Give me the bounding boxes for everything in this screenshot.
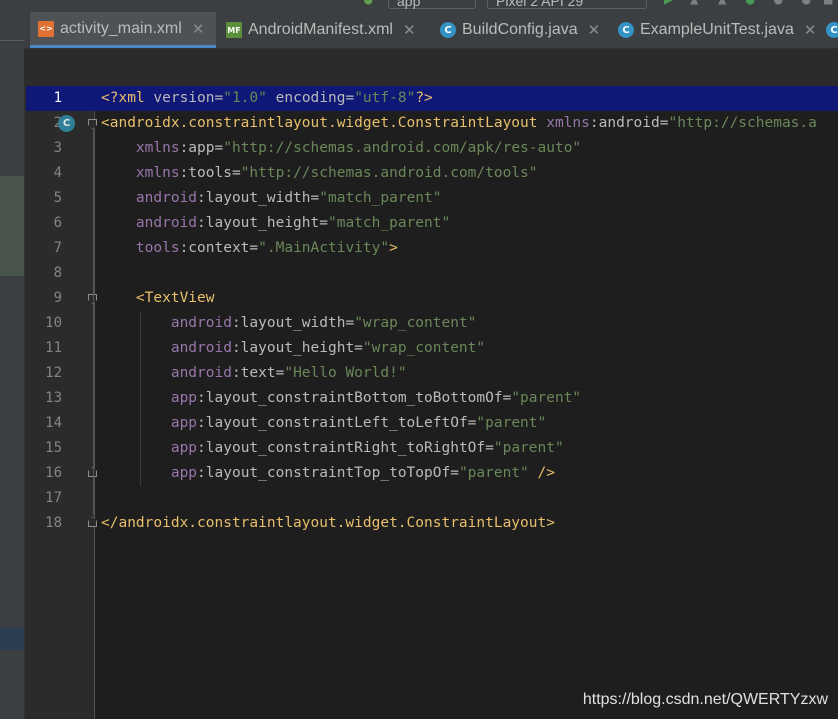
code-line[interactable]: 12 android:text="Hello World!": [26, 361, 838, 386]
line-number[interactable]: 2: [26, 111, 62, 136]
editor-tab-bar: <> activity_main.xml ✕ MF AndroidManifes…: [24, 12, 838, 49]
code-text[interactable]: android:layout_width="match_parent": [101, 186, 442, 211]
code-line[interactable]: 15 app:layout_constraintRight_toRightOf=…: [26, 436, 838, 461]
close-icon[interactable]: ✕: [804, 21, 817, 39]
manifest-file-icon: MF: [226, 22, 242, 38]
code-line[interactable]: 13 app:layout_constraintBottom_toBottomO…: [26, 386, 838, 411]
xml-file-icon: <>: [38, 20, 54, 37]
fold-end-icon[interactable]: [88, 517, 97, 527]
line-number[interactable]: 10: [26, 311, 62, 336]
code-line[interactable]: 1 <?xml version="1.0" encoding="utf-8"?>: [26, 86, 838, 111]
code-line[interactable]: 6 android:layout_height="match_parent": [26, 211, 838, 236]
code-text[interactable]: xmlns:tools="http://schemas.android.com/…: [101, 161, 538, 186]
code-text[interactable]: <TextView: [101, 286, 215, 311]
line-number[interactable]: 9: [26, 286, 62, 311]
indent-guide: [140, 311, 141, 486]
code-line[interactable]: 3 xmlns:app="http://schemas.android.com/…: [26, 136, 838, 161]
code-line[interactable]: 7 tools:context=".MainActivity">: [26, 236, 838, 261]
run-icon[interactable]: ▶: [664, 0, 672, 8]
code-text[interactable]: tools:context=".MainActivity">: [101, 236, 398, 261]
code-line[interactable]: 14 app:layout_constraintLeft_toLeftOf="p…: [26, 411, 838, 436]
apply-code-changes-icon[interactable]: ▲: [718, 0, 726, 8]
code-line[interactable]: 10 android:layout_width="wrap_content": [26, 311, 838, 336]
line-number[interactable]: 16: [26, 461, 62, 486]
tab-label: activity_main.xml: [60, 19, 182, 37]
watermark: https://blog.csdn.net/QWERTYzxw: [582, 691, 828, 708]
tab-label: AndroidManifest.xml: [248, 21, 393, 38]
fold-toggle-icon[interactable]: [88, 119, 97, 129]
apply-changes-icon[interactable]: ▲: [690, 0, 698, 8]
line-number[interactable]: 17: [26, 486, 62, 511]
tab-build-config[interactable]: C BuildConfig.java ✕: [432, 12, 612, 48]
stop-icon[interactable]: ■: [824, 0, 832, 8]
java-class-icon: C: [618, 22, 634, 38]
code-text[interactable]: app:layout_constraintLeft_toLeftOf="pare…: [101, 411, 546, 436]
attach-debugger-icon[interactable]: ●: [802, 0, 810, 8]
line-number[interactable]: 18: [26, 511, 62, 536]
close-icon[interactable]: ✕: [588, 21, 601, 39]
left-tool-strip: [0, 0, 25, 719]
code-text[interactable]: app:layout_constraintBottom_toBottomOf="…: [101, 386, 581, 411]
left-strip-highlight: [0, 176, 24, 276]
code-text[interactable]: </androidx.constraintlayout.widget.Const…: [101, 511, 555, 536]
code-text[interactable]: android:layout_height="wrap_content": [101, 336, 485, 361]
code-line[interactable]: 8: [26, 261, 838, 286]
editor-header-area: [24, 49, 838, 86]
code-text[interactable]: xmlns:app="http://schemas.android.com/ap…: [101, 136, 581, 161]
top-toolbar: ● app Pixel 2 API 29 ▶ ▲ ▲ ● ● ● ■: [24, 0, 838, 12]
line-number[interactable]: 8: [26, 261, 62, 286]
tab-activity-main-xml[interactable]: <> activity_main.xml ✕: [30, 12, 216, 48]
line-number[interactable]: 7: [26, 236, 62, 261]
tab-example-unit-test[interactable]: C ExampleUnitTest.java ✕: [610, 12, 820, 48]
left-strip-selection: [0, 628, 24, 650]
close-icon[interactable]: ✕: [192, 20, 205, 38]
debug-icon[interactable]: ●: [746, 0, 754, 8]
code-line[interactable]: 16 app:layout_constraintTop_toTopOf="par…: [26, 461, 838, 486]
line-number[interactable]: 12: [26, 361, 62, 386]
device-selector-label: Pixel 2 API 29: [496, 0, 584, 9]
close-icon[interactable]: ✕: [403, 21, 416, 39]
code-text[interactable]: android:layout_height="match_parent": [101, 211, 450, 236]
code-text[interactable]: app:layout_constraintTop_toTopOf="parent…: [101, 461, 555, 486]
line-number[interactable]: 5: [26, 186, 62, 211]
code-text[interactable]: app:layout_constraintRight_toRightOf="pa…: [101, 436, 564, 461]
code-line[interactable]: 5 android:layout_width="match_parent": [26, 186, 838, 211]
code-text[interactable]: <?xml version="1.0" encoding="utf-8"?>: [101, 86, 433, 111]
tab-label: ExampleUnitTest.java: [640, 21, 794, 38]
module-selector-label: app: [397, 0, 421, 9]
code-text[interactable]: <androidx.constraintlayout.widget.Constr…: [101, 111, 817, 136]
code-text[interactable]: android:text="Hello World!": [101, 361, 407, 386]
tab-android-manifest[interactable]: MF AndroidManifest.xml ✕: [218, 12, 426, 48]
line-number[interactable]: 6: [26, 211, 62, 236]
java-class-icon: C: [440, 22, 456, 38]
code-line[interactable]: 17: [26, 486, 838, 511]
line-number[interactable]: 13: [26, 386, 62, 411]
line-number[interactable]: 1: [26, 86, 62, 111]
code-line[interactable]: 2 <androidx.constraintlayout.widget.Const…: [26, 111, 838, 136]
code-line[interactable]: 4 xmlns:tools="http://schemas.android.co…: [26, 161, 838, 186]
line-number[interactable]: 15: [26, 436, 62, 461]
line-number[interactable]: 3: [26, 136, 62, 161]
code-line[interactable]: 9 <TextView: [26, 286, 838, 311]
code-line[interactable]: 11 android:layout_height="wrap_content": [26, 336, 838, 361]
profile-icon[interactable]: ●: [774, 0, 782, 8]
fold-guide-line: [93, 129, 94, 515]
tab-label: BuildConfig.java: [462, 21, 578, 38]
module-selector[interactable]: app: [388, 0, 476, 9]
class-gutter-icon[interactable]: C: [58, 115, 75, 132]
line-number[interactable]: 11: [26, 336, 62, 361]
code-line[interactable]: 18 </androidx.constraintlayout.widget.Con…: [26, 511, 838, 536]
code-text[interactable]: android:layout_width="wrap_content": [101, 311, 477, 336]
line-number[interactable]: 14: [26, 411, 62, 436]
left-strip-divider: [0, 40, 24, 41]
line-number[interactable]: 4: [26, 161, 62, 186]
build-hammer-icon[interactable]: ●: [364, 0, 372, 8]
java-class-icon: C: [826, 22, 838, 38]
device-selector[interactable]: Pixel 2 API 29: [487, 0, 647, 9]
tab-overflow[interactable]: C: [818, 12, 838, 48]
